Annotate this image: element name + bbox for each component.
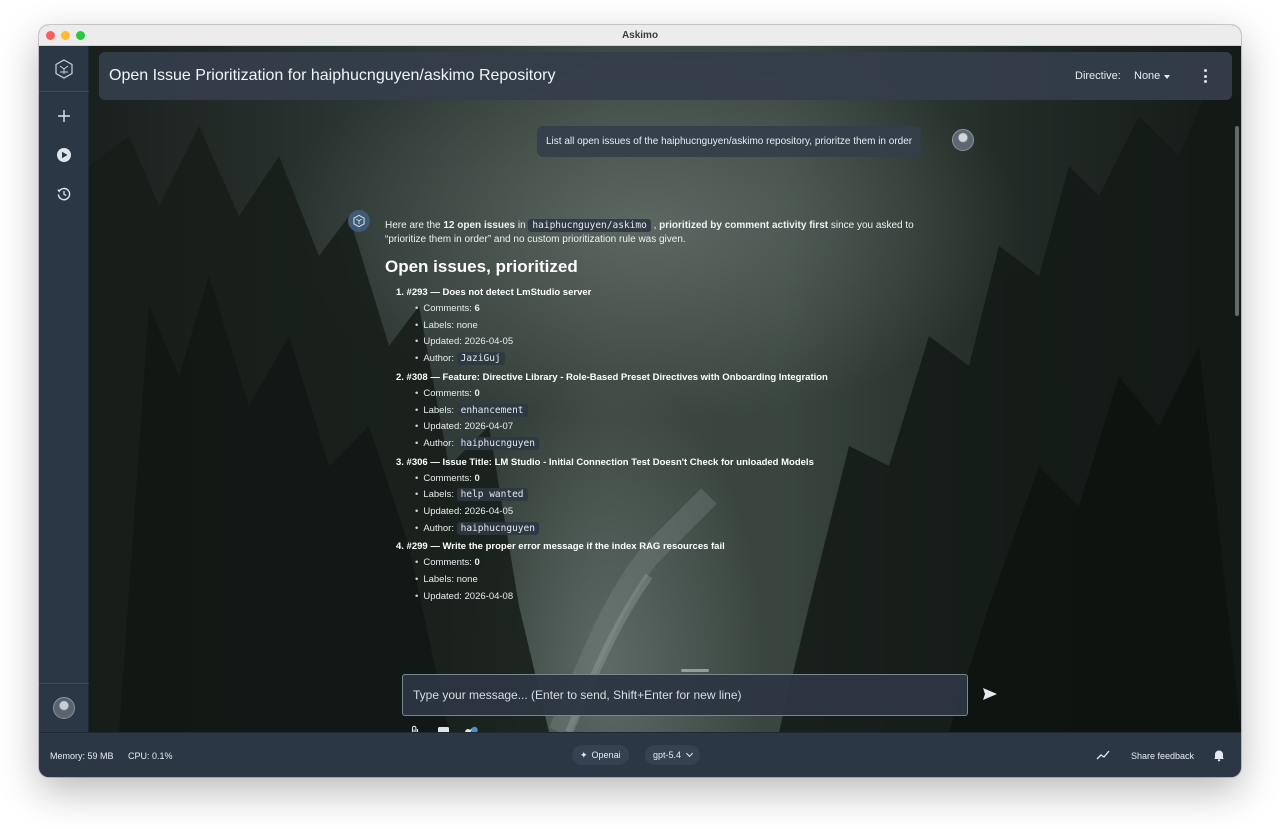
minimize-window-button[interactable] xyxy=(61,31,70,40)
send-button[interactable] xyxy=(980,684,1000,704)
user-message-bubble: List all open issues of the haiphucnguye… xyxy=(537,126,922,157)
sidebar-divider-bottom xyxy=(39,683,89,684)
sidebar-divider xyxy=(39,91,89,92)
repo-code: haiphucnguyen/askimo xyxy=(528,219,651,232)
issue-item: 2. #308 — Feature: Directive Library - R… xyxy=(396,370,945,453)
issue-title: 4. #299 — Write the proper error message… xyxy=(396,541,725,553)
issue-comments: Comments: 0 xyxy=(415,386,945,403)
chat-area: Open Issue Prioritization for haiphucngu… xyxy=(89,46,1241,732)
sparkle-icon: ✦ xyxy=(580,749,588,760)
issue-item: 4. #299 — Write the proper error message… xyxy=(396,539,945,605)
app-logo-icon xyxy=(53,58,75,80)
answer-heading: Open issues, prioritized xyxy=(385,257,578,276)
issue-author: Author: haiphucnguyen xyxy=(415,436,945,453)
issue-comments: Comments: 6 xyxy=(415,301,945,318)
attach-image-button[interactable] xyxy=(435,724,451,732)
chevron-down-icon xyxy=(1164,75,1170,79)
assistant-message: Here are the 12 open issues in haiphucng… xyxy=(385,219,945,628)
issue-item: 1. #293 — Does not detect LmStudio serve… xyxy=(396,285,945,368)
page-title: Open Issue Prioritization for haiphucngu… xyxy=(109,67,556,84)
send-icon xyxy=(983,688,997,700)
user-avatar xyxy=(952,129,974,151)
chevron-down-icon xyxy=(685,749,694,758)
provider-selector[interactable]: ✦ Openai xyxy=(572,745,629,765)
composer-resize-handle[interactable] xyxy=(681,669,709,672)
cpu-usage: CPU: 0.1% xyxy=(128,751,173,761)
window-controls xyxy=(46,31,85,40)
model-selector[interactable]: gpt-5.4 xyxy=(645,745,701,765)
provider-name: Openai xyxy=(591,750,621,760)
window-title: Askimo xyxy=(621,29,659,41)
chat-scrollbar[interactable] xyxy=(1235,126,1239,316)
zoom-window-button[interactable] xyxy=(76,31,85,40)
sidebar xyxy=(39,46,89,732)
kebab-dot xyxy=(1203,74,1207,78)
memory-usage: Memory: 59 MB xyxy=(50,751,114,761)
kebab-dot xyxy=(1203,80,1207,83)
close-window-button[interactable] xyxy=(46,31,55,40)
history-button[interactable] xyxy=(54,184,74,204)
more-options-button[interactable] xyxy=(1200,67,1210,85)
issue-title: 2. #308 — Feature: Directive Library - R… xyxy=(396,371,828,383)
issue-comments: Comments: 0 xyxy=(415,555,945,572)
issue-author: Author: JaziGuj xyxy=(415,351,945,368)
play-circle-icon xyxy=(57,148,71,162)
issue-labels: Labels: enhancement xyxy=(415,403,945,420)
issue-title: 3. #306 — Issue Title: LM Studio - Initi… xyxy=(396,456,814,468)
profile-avatar[interactable] xyxy=(53,697,75,719)
kebab-dot xyxy=(1203,69,1207,72)
bell-icon[interactable] xyxy=(1212,748,1226,762)
model-name: gpt-5.4 xyxy=(653,750,682,760)
title-bar: Askimo xyxy=(39,25,1241,46)
issue-updated: Updated: 2026-04-05 xyxy=(415,504,945,521)
directive-dropdown[interactable]: None xyxy=(1134,70,1160,82)
mcp-tool-icon xyxy=(465,726,478,732)
issue-labels: Labels: none xyxy=(415,572,945,589)
directive-label: Directive: xyxy=(1075,70,1121,82)
paperclip-icon xyxy=(411,725,419,732)
issue-updated: Updated: 2026-04-08 xyxy=(415,589,945,606)
issue-author: Author: haiphucnguyen xyxy=(415,521,945,538)
issue-title: 1. #293 — Does not detect LmStudio serve… xyxy=(396,287,592,298)
assistant-avatar-icon xyxy=(348,210,370,232)
status-bar: Memory: 59 MB CPU: 0.1% ✦ Openai gpt-5.4… xyxy=(39,732,1241,777)
history-icon xyxy=(57,187,71,201)
answer-intro: Here are the 12 open issues in haiphucng… xyxy=(385,219,914,245)
issue-labels: Labels: help wanted xyxy=(415,487,945,504)
message-input[interactable] xyxy=(402,674,968,716)
new-chat-button[interactable] xyxy=(54,106,74,126)
issue-item: 3. #306 — Issue Title: LM Studio - Initi… xyxy=(396,455,945,538)
issue-updated: Updated: 2026-04-05 xyxy=(415,334,945,351)
chat-header: Open Issue Prioritization for haiphucngu… xyxy=(99,52,1232,100)
issue-updated: Updated: 2026-04-07 xyxy=(415,419,945,436)
app-window: Askimo Open Issue Prioritization for hai… xyxy=(39,25,1241,777)
attach-file-button[interactable] xyxy=(407,724,423,732)
plus-icon xyxy=(58,110,70,122)
trending-chart-icon[interactable] xyxy=(1096,749,1110,761)
mcp-tools-button[interactable] xyxy=(463,724,479,732)
issue-labels: Labels: none xyxy=(415,318,945,335)
play-button[interactable] xyxy=(54,145,74,165)
issue-comments: Comments: 0 xyxy=(415,471,945,488)
share-feedback-link[interactable]: Share feedback xyxy=(1131,751,1194,761)
